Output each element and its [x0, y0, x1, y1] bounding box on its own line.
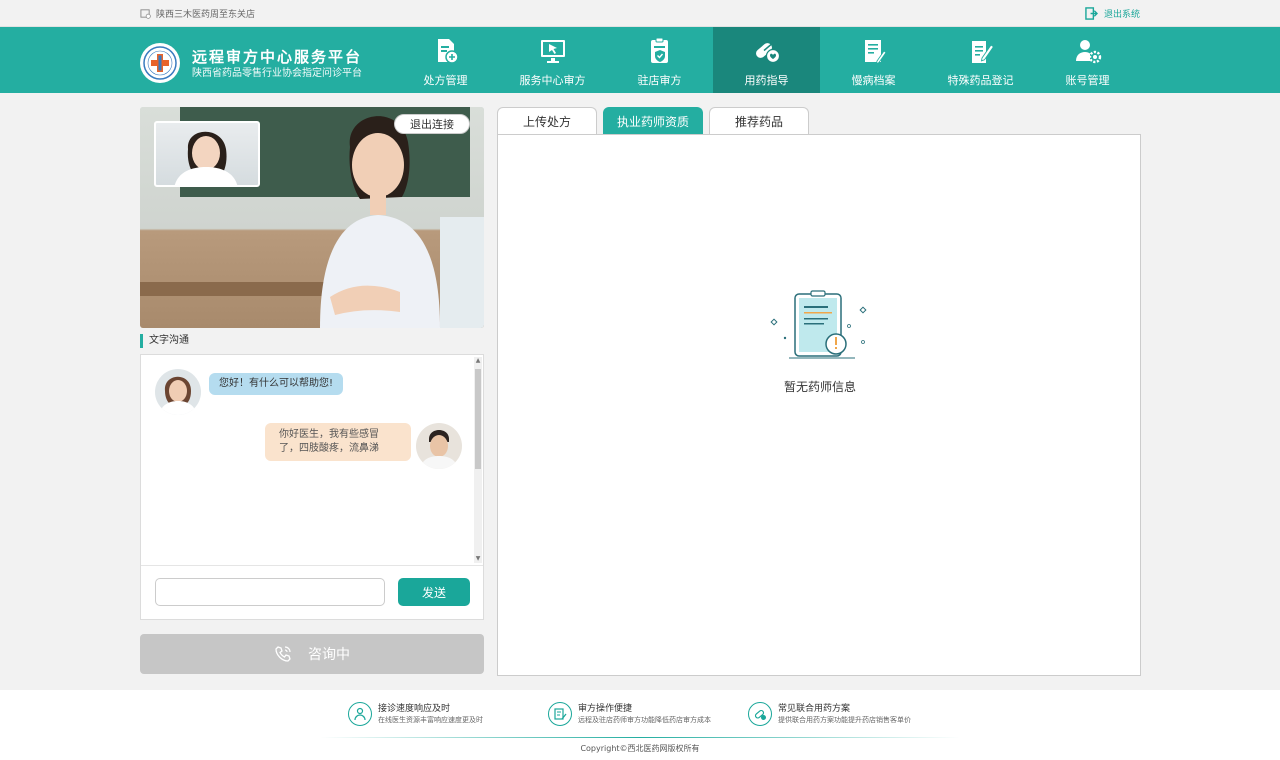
- medical-cross-logo-icon: [143, 46, 177, 80]
- nav-item-prescription-management[interactable]: 处方管理: [392, 27, 499, 93]
- nav-item-service-center-review[interactable]: 服务中心审方: [499, 27, 606, 93]
- monitor-cursor-icon: [540, 40, 565, 63]
- top-bar: 陕西三木医药周至东关店 退出系统: [0, 0, 1280, 27]
- platform-logo: [140, 43, 180, 83]
- feature-title: 常见联合用药方案: [778, 704, 851, 714]
- clipboard-shield-icon: [650, 37, 668, 63]
- right-panel: 上传处方 执业药师资质 推荐药品 暂无药师信息: [497, 107, 1141, 676]
- tab-content-panel: 暂无药师信息: [497, 134, 1141, 676]
- user-gear-icon: [1075, 40, 1101, 64]
- empty-state-text: 暂无药师信息: [783, 380, 856, 394]
- pharmacist-video-image: [320, 116, 440, 328]
- nav-item-account-management[interactable]: 账号管理: [1034, 27, 1141, 93]
- phone-icon: [275, 646, 291, 662]
- scroll-thumb[interactable]: [475, 369, 481, 469]
- prescription-add-icon: [437, 39, 459, 64]
- nav-item-in-store-review[interactable]: 驻店审方: [606, 27, 713, 93]
- tab-bar: 上传处方 执业药师资质 推荐药品: [497, 107, 815, 135]
- nav-label: 慢病档案: [851, 74, 896, 87]
- nav-label: 服务中心审方: [519, 74, 586, 87]
- brand: 远程审方中心服务平台 陕西省药品零售行业协会指定问诊平台: [140, 43, 362, 83]
- feature-item: 审方操作便捷 远程及驻店药师审方功能降低药店审方成本: [548, 702, 748, 726]
- footer: 接诊速度响应及时 在线医生资源丰富响应速度更及时 审方操作便捷 远程及驻店药师审…: [0, 690, 1280, 760]
- main-nav: 处方管理 服务中心审方 驻店审方 用药指导 慢病档案 特殊药品登记 账号管理: [392, 27, 1141, 93]
- logout-icon: [1085, 7, 1098, 20]
- exit-connection-button[interactable]: 退出连接: [394, 114, 470, 134]
- platform-subtitle: 陕西省药品零售行业协会指定问诊平台: [192, 67, 362, 79]
- patient-video-image: [174, 131, 238, 185]
- feature-title: 接诊速度响应及时: [378, 704, 451, 714]
- feature-item: 接诊速度响应及时 在线医生资源丰富响应速度更及时: [348, 702, 548, 726]
- feature-desc: 远程及驻店药师审方功能降低药店审方成本: [578, 716, 711, 724]
- patient-avatar: [416, 423, 462, 469]
- nav-label: 处方管理: [423, 74, 468, 87]
- patient-video-thumbnail[interactable]: [154, 121, 260, 187]
- store-info: 陕西三木医药周至东关店: [140, 7, 255, 20]
- consulting-label: 咨询中: [308, 647, 350, 663]
- chat-message-list: 您好！有什么可以帮助您! 你好医生，我有些感冒了，四肢酸疼，流鼻涕: [141, 355, 475, 565]
- combined-medication-icon: [748, 702, 772, 726]
- tab-upload-prescription[interactable]: 上传处方: [497, 107, 597, 135]
- tab-pharmacist-qualification[interactable]: 执业药师资质: [603, 107, 703, 135]
- chat-box: 您好！有什么可以帮助您! 你好医生，我有些感冒了，四肢酸疼，流鼻涕 ▲ ▼ 发送: [140, 354, 484, 620]
- logout-label: 退出系统: [1103, 10, 1140, 20]
- doctor-avatar: [155, 369, 201, 415]
- feature-item: 常见联合用药方案 提供联合用药方案功能提升药店销售客单价: [748, 702, 948, 726]
- text-chat-heading: 文字沟通: [140, 334, 484, 348]
- nav-label: 驻店审方: [637, 74, 682, 87]
- platform-title: 远程审方中心服务平台: [192, 47, 363, 66]
- doctor-response-icon: [348, 702, 372, 726]
- feature-title: 审方操作便捷: [578, 704, 633, 714]
- feature-list: 接诊速度响应及时 在线医生资源丰富响应速度更及时 审方操作便捷 远程及驻店药师审…: [348, 702, 948, 726]
- nav-item-special-drug-registration[interactable]: 特殊药品登记: [927, 27, 1034, 93]
- nav-label: 账号管理: [1065, 74, 1110, 87]
- empty-clipboard-warning-icon: [770, 290, 867, 359]
- pill-capsule-icon: [755, 43, 780, 64]
- doctor-message-bubble: 您好！有什么可以帮助您!: [209, 373, 344, 395]
- nav-label: 特殊药品登记: [947, 74, 1014, 87]
- nav-label: 用药指导: [744, 74, 789, 87]
- empty-state: 暂无药师信息: [498, 290, 1142, 395]
- logout-button[interactable]: 退出系统: [1085, 7, 1140, 20]
- scroll-down-arrow-icon[interactable]: ▼: [474, 555, 482, 563]
- send-button[interactable]: 发送: [398, 578, 470, 606]
- store-icon: [140, 9, 151, 19]
- feature-desc: 提供联合用药方案功能提升药店销售客单价: [778, 716, 911, 724]
- left-panel: 退出连接 文字沟通 您好！有什么可以帮助您! 你好医生，我有些感冒了，四肢酸疼，…: [140, 107, 484, 674]
- prescription-review-icon: [548, 702, 572, 726]
- store-name: 陕西三木医药周至东关店: [156, 10, 256, 20]
- copyright-text: Copyright©西北医药网版权所有: [580, 744, 700, 753]
- patient-message-bubble: 你好医生，我有些感冒了，四肢酸疼，流鼻涕: [265, 423, 411, 461]
- tab-recommended-drugs[interactable]: 推荐药品: [709, 107, 809, 135]
- header: 远程审方中心服务平台 陕西省药品零售行业协会指定问诊平台 处方管理 服务中心审方…: [0, 27, 1280, 93]
- document-edit-icon: [971, 41, 994, 63]
- scroll-up-arrow-icon[interactable]: ▲: [474, 357, 482, 365]
- consulting-status-button[interactable]: 咨询中: [140, 634, 484, 674]
- chat-message-input[interactable]: [155, 578, 385, 606]
- feature-desc: 在线医生资源丰富响应速度更及时: [378, 716, 483, 724]
- video-call-area: 退出连接: [140, 107, 484, 328]
- nav-item-medication-guidance[interactable]: 用药指导: [713, 27, 820, 93]
- chat-scrollbar[interactable]: ▲ ▼: [474, 357, 482, 563]
- document-pen-icon: [864, 40, 887, 65]
- nav-item-chronic-disease-records[interactable]: 慢病档案: [820, 27, 927, 93]
